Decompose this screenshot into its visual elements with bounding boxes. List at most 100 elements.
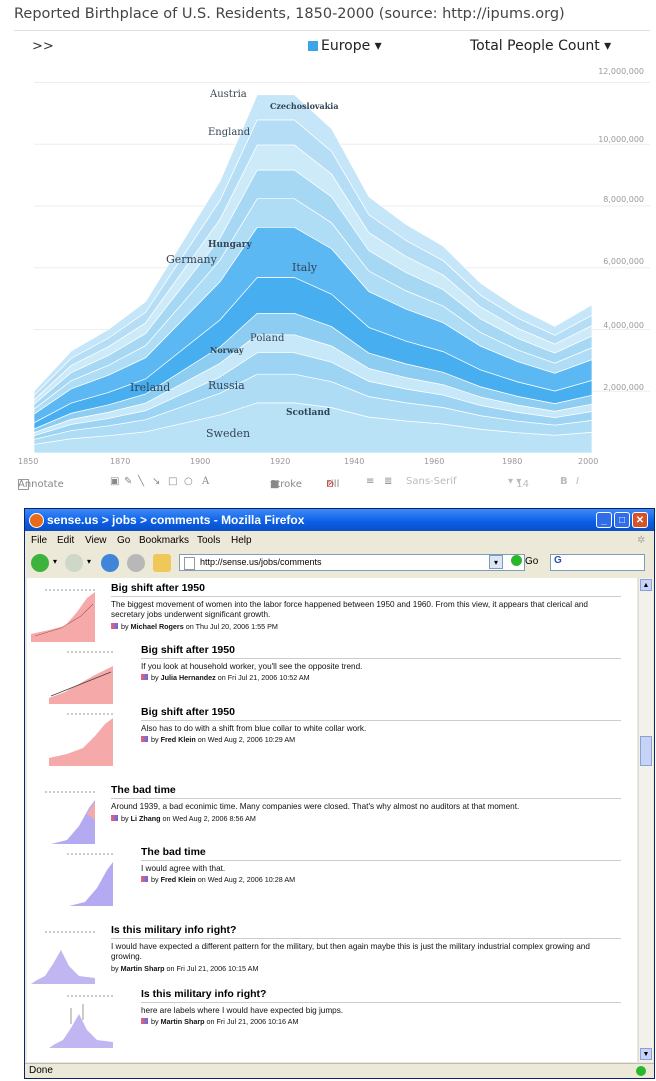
- stream-chart[interactable]: Austria Czechoslovakia England Hungary Germa…: [14, 31, 650, 493]
- scroll-up-icon[interactable]: ▲: [640, 579, 652, 591]
- comment-title[interactable]: Is this military info right?: [111, 924, 236, 936]
- home-icon[interactable]: [153, 554, 171, 572]
- comment-thumbnail[interactable]: [31, 790, 97, 844]
- y-tick-label: 2,000,000: [603, 383, 644, 392]
- maximize-button[interactable]: □: [614, 512, 630, 528]
- title-divider: [111, 596, 621, 597]
- status-bar: Done: [25, 1063, 654, 1079]
- comment-title[interactable]: Is this military info right?: [141, 988, 266, 1000]
- comment-author[interactable]: Fred Klein: [161, 875, 196, 884]
- comment-thumbnail[interactable]: [49, 994, 115, 1048]
- comment-author[interactable]: Julia Hernandez: [161, 673, 216, 682]
- forward-dropdown-icon[interactable]: ▾: [87, 557, 91, 566]
- y-tick-label: 12,000,000: [598, 67, 644, 76]
- scroll-down-icon[interactable]: ▼: [640, 1048, 652, 1060]
- menu-go[interactable]: Go: [117, 535, 130, 546]
- font-size-select[interactable]: ▾ 14 ▾: [508, 476, 529, 490]
- comment-title[interactable]: The bad time: [141, 846, 206, 858]
- scroll-thumb[interactable]: [640, 736, 652, 766]
- go-button[interactable]: Go: [511, 555, 538, 567]
- comment-author[interactable]: Martin Sharp: [121, 964, 165, 973]
- pen-tool-icon[interactable]: ✎: [124, 476, 132, 487]
- forward-button[interactable]: [65, 554, 83, 572]
- stream-label[interactable]: England: [208, 127, 251, 138]
- rectangle-tool-icon[interactable]: □: [168, 476, 177, 487]
- comment-thumbnail[interactable]: [49, 650, 115, 704]
- stream-label[interactable]: Sweden: [206, 427, 250, 440]
- stop-icon[interactable]: [127, 554, 145, 572]
- x-tick-label: 1940: [344, 457, 365, 466]
- comment-thumbnail[interactable]: [49, 852, 115, 906]
- comment-date: on Wed Aug 2, 2006 8:56 AM: [162, 814, 256, 823]
- stream-label[interactable]: Ireland: [130, 381, 170, 394]
- comment-title[interactable]: The bad time: [111, 784, 176, 796]
- status-ok-icon: [636, 1066, 646, 1076]
- user-icon: [141, 1018, 148, 1024]
- stroke-color-swatch: ■: [270, 479, 280, 490]
- browser-window: sense.us > jobs > comments - Mozilla Fir…: [24, 508, 655, 1079]
- comment-thumbnail[interactable]: [31, 588, 97, 642]
- x-tick-label: 2000: [578, 457, 599, 466]
- comment-title[interactable]: Big shift after 1950: [141, 706, 235, 718]
- comment-title[interactable]: Big shift after 1950: [141, 644, 235, 656]
- comment-byline: by Martin Sharp on Fri Jul 21, 2006 10:1…: [141, 1017, 298, 1026]
- x-tick-label: 1870: [110, 457, 131, 466]
- user-icon: [111, 623, 118, 629]
- stream-label[interactable]: Hungary: [208, 240, 252, 250]
- comment-title[interactable]: Big shift after 1950: [111, 582, 205, 594]
- back-dropdown-icon[interactable]: ▾: [53, 557, 57, 566]
- stream-label[interactable]: Czechoslovakia: [270, 101, 339, 111]
- menu-tools[interactable]: Tools: [197, 535, 220, 546]
- x-tick-label: 1960: [424, 457, 445, 466]
- vertical-scrollbar[interactable]: ▲ ▼: [638, 578, 653, 1062]
- menu-help[interactable]: Help: [231, 535, 252, 546]
- text-tool-icon[interactable]: A: [202, 476, 209, 487]
- arrow-tool-icon[interactable]: ↘: [152, 476, 160, 487]
- font-family-select[interactable]: Sans-Serif: [406, 476, 457, 487]
- back-button[interactable]: [31, 554, 49, 572]
- title-divider: [141, 860, 621, 861]
- italic-button[interactable]: I: [576, 476, 579, 487]
- menu-edit[interactable]: Edit: [57, 535, 74, 546]
- comment-byline: by Michael Rogers on Thu Jul 20, 2006 1:…: [111, 622, 278, 631]
- minimize-button[interactable]: _: [596, 512, 612, 528]
- stream-label[interactable]: Poland: [250, 333, 285, 344]
- address-bar[interactable]: http://sense.us/jobs/comments: [179, 554, 525, 571]
- line-weight-icon[interactable]: ≡: [366, 476, 374, 487]
- comment-thumbnail[interactable]: [49, 712, 115, 766]
- user-icon: [141, 876, 148, 882]
- comment-byline: by Martin Sharp on Fri Jul 21, 2006 10:1…: [111, 964, 258, 973]
- comments-page: Big shift after 1950 The biggest movemen…: [27, 578, 637, 1062]
- comment-date: on Fri Jul 21, 2006 10:16 AM: [206, 1017, 299, 1026]
- reload-icon[interactable]: [101, 554, 119, 572]
- comment-author[interactable]: Fred Klein: [161, 735, 196, 744]
- menu-file[interactable]: File: [31, 535, 47, 546]
- bold-button[interactable]: B: [560, 476, 568, 487]
- comment-body: I would have expected a different patter…: [111, 942, 590, 961]
- menu-bookmarks[interactable]: Bookmarks: [139, 535, 189, 546]
- stream-label[interactable]: Norway: [210, 345, 244, 355]
- comment-thumbnail[interactable]: [31, 930, 97, 984]
- search-box[interactable]: G: [550, 554, 645, 571]
- pointer-tool-icon[interactable]: ▣: [110, 476, 119, 487]
- by-label: by: [151, 1017, 159, 1026]
- menu-view[interactable]: View: [85, 535, 107, 546]
- comment-author[interactable]: Michael Rogers: [131, 622, 184, 631]
- by-label: by: [121, 622, 129, 631]
- stream-label[interactable]: Austria: [209, 89, 247, 100]
- stream-label[interactable]: Scotland: [286, 408, 331, 418]
- address-dropdown-icon[interactable]: ▾: [489, 555, 503, 569]
- line-style-icon[interactable]: ≣: [384, 476, 392, 487]
- stream-label[interactable]: Germany: [166, 253, 218, 266]
- stream-label[interactable]: Italy: [292, 261, 318, 274]
- comment-author[interactable]: Martin Sharp: [161, 1017, 205, 1026]
- comment-author[interactable]: Li Zhang: [131, 814, 161, 823]
- search-engine-logo: G: [554, 555, 562, 566]
- stream-label[interactable]: Russia: [208, 379, 245, 392]
- line-tool-icon[interactable]: ╲: [138, 476, 144, 487]
- close-button[interactable]: ✕: [632, 512, 648, 528]
- ellipse-tool-icon[interactable]: ○: [184, 476, 193, 487]
- annotate-label: Annotate: [18, 479, 64, 490]
- navigation-toolbar: ▾ ▾ http://sense.us/jobs/comments ▾ Go G: [25, 551, 654, 577]
- y-tick-label: 8,000,000: [603, 195, 644, 204]
